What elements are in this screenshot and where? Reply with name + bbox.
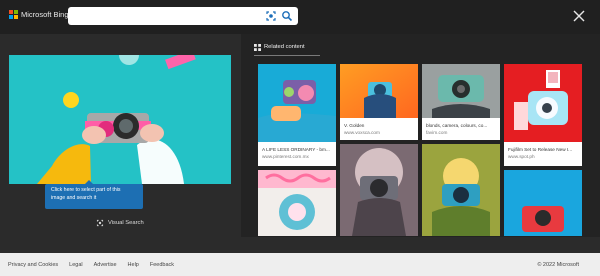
search-box[interactable] (68, 7, 298, 25)
close-icon[interactable] (572, 9, 586, 23)
result-source-3: favim.com (426, 130, 448, 135)
brand-name: Microsoft Bing (21, 10, 69, 19)
result-image-2 (340, 64, 418, 118)
result-title-2: V. Golden (344, 123, 365, 128)
result-card-8[interactable] (504, 170, 582, 236)
result-source-2: www.voxsca.com (344, 130, 380, 135)
result-title-1: A LIFE LESS ORDINARY - bm... (262, 147, 330, 152)
microsoft-logo-icon (9, 10, 18, 19)
footer-link-help[interactable]: Help (128, 262, 139, 268)
select-region-tooltip[interactable]: Click here to select part of this image … (45, 180, 143, 209)
copyright: © 2022 Microsoft (537, 262, 579, 268)
tab-related-content[interactable]: Related content (254, 40, 320, 56)
result-title-4: Fujifilm Set to Release New I... (508, 147, 573, 152)
footer-links: Privacy and Cookies Legal Advertise Help… (8, 262, 174, 268)
visual-search-button[interactable]: Visual Search (96, 219, 144, 227)
footer-link-legal[interactable]: Legal (69, 262, 82, 268)
preview-image-art (9, 55, 231, 184)
footer-link-feedback[interactable]: Feedback (150, 262, 174, 268)
result-title-3: blonds, camera, colours, co... (426, 123, 488, 128)
result-card-3[interactable]: blonds, camera, colours, co... favim.com (422, 64, 500, 140)
result-card-5[interactable] (258, 170, 336, 236)
tab-label: Related content (264, 44, 305, 50)
tooltip-line-2: image and search it (51, 195, 97, 201)
bing-logo[interactable]: Microsoft Bing (9, 10, 69, 19)
top-bar: Microsoft Bing (0, 0, 600, 34)
preview-image[interactable] (9, 55, 231, 184)
result-card-2[interactable]: V. Golden www.voxsca.com (340, 64, 418, 140)
visual-search-icon[interactable] (265, 10, 277, 22)
footer: Privacy and Cookies Legal Advertise Help… (0, 253, 600, 276)
tab-underline (254, 55, 320, 56)
result-caption-4: Fujifilm Set to Release New I... www.spo… (508, 146, 580, 160)
result-image-4 (504, 64, 582, 142)
result-card-4[interactable]: Fujifilm Set to Release New I... www.spo… (504, 64, 582, 166)
result-source-1: www.pinterest.com.mx (262, 154, 309, 159)
result-image-1 (258, 64, 336, 142)
search-icon[interactable] (281, 10, 293, 22)
result-caption-1: A LIFE LESS ORDINARY - bm... www.pintere… (262, 146, 334, 160)
footer-link-privacy[interactable]: Privacy and Cookies (8, 262, 58, 268)
result-card-7[interactable] (422, 144, 500, 236)
result-caption-3: blonds, camera, colours, co... favim.com (426, 122, 498, 136)
result-image-8 (504, 170, 582, 236)
result-caption-2: V. Golden www.voxsca.com (344, 122, 416, 136)
result-source-4: www.spot.ph (508, 154, 535, 159)
result-image-7 (422, 144, 500, 236)
result-image-5 (258, 170, 336, 236)
result-card-1[interactable]: A LIFE LESS ORDINARY - bm... www.pintere… (258, 64, 336, 166)
tooltip-line-1: Click here to select part of this (51, 187, 121, 193)
footer-link-advertise[interactable]: Advertise (94, 262, 117, 268)
visual-search-label: Visual Search (108, 220, 144, 226)
result-image-6 (340, 144, 418, 236)
result-card-6[interactable] (340, 144, 418, 236)
grid-icon (254, 43, 261, 51)
visual-search-icon (96, 219, 104, 227)
search-input[interactable] (73, 10, 267, 24)
result-image-3 (422, 64, 500, 118)
